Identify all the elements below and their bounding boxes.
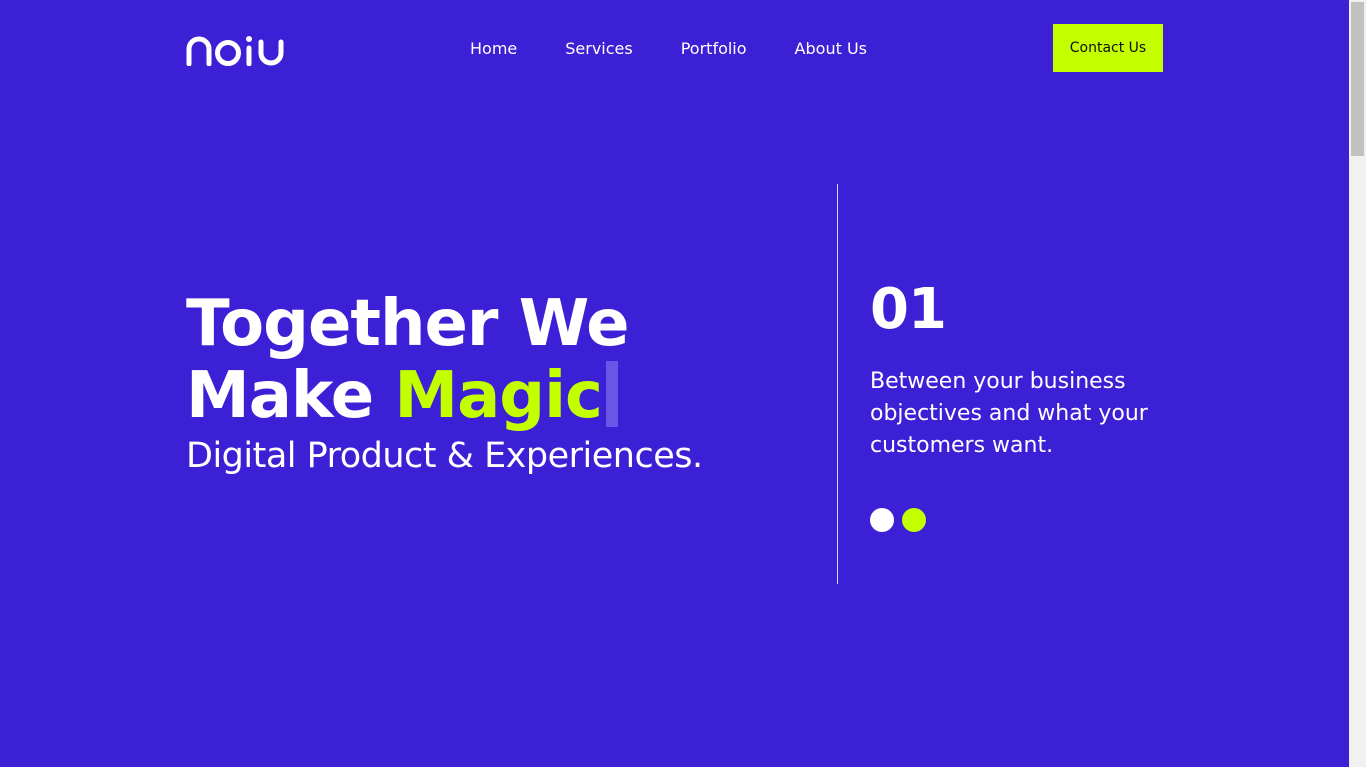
nav-portfolio[interactable]: Portfolio [681, 39, 747, 58]
vertical-divider [837, 184, 838, 584]
site-header: Home Services Portfolio About Us Contact… [186, 24, 1163, 72]
scrollbar-thumb[interactable] [1351, 2, 1364, 156]
typing-cursor [605, 361, 618, 427]
main-nav: Home Services Portfolio About Us [470, 24, 867, 72]
slide-panel: 01 Between your business objectives and … [870, 278, 1170, 462]
page: Home Services Portfolio About Us Contact… [0, 0, 1349, 767]
hero-subtitle: Digital Product & Experiences. [186, 436, 703, 476]
pagination-dot-1[interactable] [870, 508, 894, 532]
logo-wordmark-icon [186, 36, 284, 67]
headline-accent-word: Magic [394, 359, 603, 433]
nav-home[interactable]: Home [470, 39, 517, 58]
slide-text: Between your business objectives and wha… [870, 369, 1148, 458]
headline-line-1: Together We [186, 287, 629, 361]
nav-services[interactable]: Services [565, 39, 632, 58]
page-scrollbar[interactable] [1349, 0, 1366, 767]
hero-headline: Together We Make Magic [186, 288, 786, 432]
nav-about-us[interactable]: About Us [795, 39, 867, 58]
pagination-dot-2[interactable] [902, 508, 926, 532]
slide-number: 01 [870, 277, 947, 342]
slider-pagination [870, 508, 926, 532]
headline-line-2-prefix: Make [186, 359, 395, 433]
logo[interactable] [186, 34, 284, 67]
hero-section: Together We Make Magic Digital Product &… [186, 288, 786, 478]
contact-us-button[interactable]: Contact Us [1053, 24, 1163, 72]
